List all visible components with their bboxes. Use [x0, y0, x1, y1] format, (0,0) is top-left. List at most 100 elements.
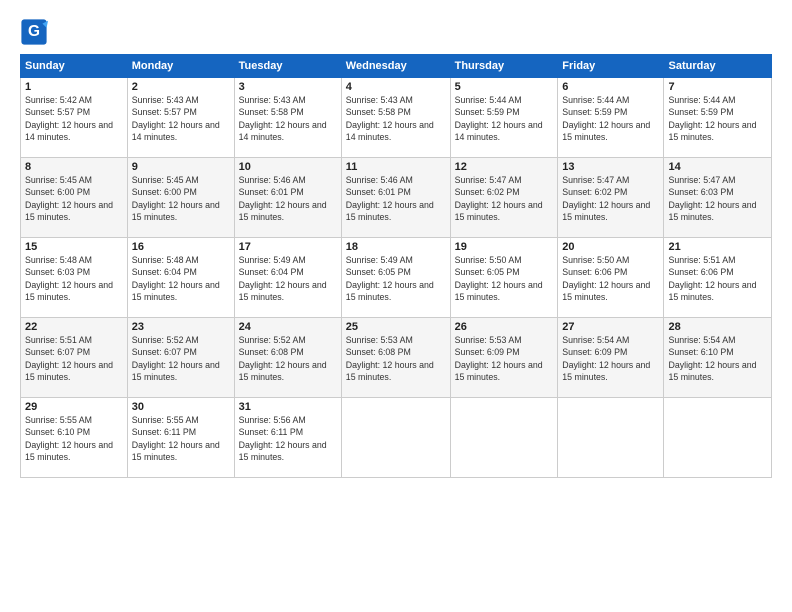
day-number: 29	[25, 401, 123, 413]
day-detail: Sunrise: 5:48 AMSunset: 6:04 PMDaylight:…	[132, 255, 220, 302]
empty-cell	[558, 398, 664, 478]
day-detail: Sunrise: 5:55 AMSunset: 6:11 PMDaylight:…	[132, 415, 220, 462]
calendar-table: SundayMondayTuesdayWednesdayThursdayFrid…	[20, 54, 772, 478]
day-detail: Sunrise: 5:54 AMSunset: 6:09 PMDaylight:…	[562, 335, 650, 382]
page: G SundayMondayTuesdayWednesdayThursdayFr…	[0, 0, 792, 612]
day-number: 26	[455, 321, 554, 333]
day-detail: Sunrise: 5:43 AMSunset: 5:58 PMDaylight:…	[346, 95, 434, 142]
calendar-week-2: 15 Sunrise: 5:48 AMSunset: 6:03 PMDaylig…	[21, 238, 772, 318]
calendar-week-0: 1 Sunrise: 5:42 AMSunset: 5:57 PMDayligh…	[21, 78, 772, 158]
col-header-sunday: Sunday	[21, 55, 128, 78]
day-number: 27	[562, 321, 659, 333]
day-cell-7: 7 Sunrise: 5:44 AMSunset: 5:59 PMDayligh…	[664, 78, 772, 158]
day-number: 15	[25, 241, 123, 253]
col-header-wednesday: Wednesday	[341, 55, 450, 78]
day-number: 14	[668, 161, 767, 173]
day-number: 7	[668, 81, 767, 93]
empty-cell	[450, 398, 558, 478]
day-number: 12	[455, 161, 554, 173]
calendar-header-row: SundayMondayTuesdayWednesdayThursdayFrid…	[21, 55, 772, 78]
day-cell-22: 22 Sunrise: 5:51 AMSunset: 6:07 PMDaylig…	[21, 318, 128, 398]
day-detail: Sunrise: 5:53 AMSunset: 6:09 PMDaylight:…	[455, 335, 543, 382]
day-number: 25	[346, 321, 446, 333]
day-detail: Sunrise: 5:52 AMSunset: 6:07 PMDaylight:…	[132, 335, 220, 382]
day-number: 8	[25, 161, 123, 173]
day-detail: Sunrise: 5:47 AMSunset: 6:03 PMDaylight:…	[668, 175, 756, 222]
day-detail: Sunrise: 5:49 AMSunset: 6:05 PMDaylight:…	[346, 255, 434, 302]
col-header-saturday: Saturday	[664, 55, 772, 78]
day-number: 28	[668, 321, 767, 333]
day-number: 30	[132, 401, 230, 413]
day-cell-23: 23 Sunrise: 5:52 AMSunset: 6:07 PMDaylig…	[127, 318, 234, 398]
empty-cell	[341, 398, 450, 478]
day-cell-15: 15 Sunrise: 5:48 AMSunset: 6:03 PMDaylig…	[21, 238, 128, 318]
day-number: 13	[562, 161, 659, 173]
day-detail: Sunrise: 5:45 AMSunset: 6:00 PMDaylight:…	[25, 175, 113, 222]
day-cell-24: 24 Sunrise: 5:52 AMSunset: 6:08 PMDaylig…	[234, 318, 341, 398]
day-detail: Sunrise: 5:45 AMSunset: 6:00 PMDaylight:…	[132, 175, 220, 222]
day-cell-14: 14 Sunrise: 5:47 AMSunset: 6:03 PMDaylig…	[664, 158, 772, 238]
day-number: 16	[132, 241, 230, 253]
day-detail: Sunrise: 5:54 AMSunset: 6:10 PMDaylight:…	[668, 335, 756, 382]
day-number: 20	[562, 241, 659, 253]
day-detail: Sunrise: 5:42 AMSunset: 5:57 PMDaylight:…	[25, 95, 113, 142]
day-detail: Sunrise: 5:51 AMSunset: 6:07 PMDaylight:…	[25, 335, 113, 382]
day-detail: Sunrise: 5:49 AMSunset: 6:04 PMDaylight:…	[239, 255, 327, 302]
day-detail: Sunrise: 5:52 AMSunset: 6:08 PMDaylight:…	[239, 335, 327, 382]
day-cell-16: 16 Sunrise: 5:48 AMSunset: 6:04 PMDaylig…	[127, 238, 234, 318]
day-detail: Sunrise: 5:48 AMSunset: 6:03 PMDaylight:…	[25, 255, 113, 302]
day-cell-4: 4 Sunrise: 5:43 AMSunset: 5:58 PMDayligh…	[341, 78, 450, 158]
svg-text:G: G	[28, 23, 40, 40]
day-detail: Sunrise: 5:46 AMSunset: 6:01 PMDaylight:…	[346, 175, 434, 222]
day-cell-12: 12 Sunrise: 5:47 AMSunset: 6:02 PMDaylig…	[450, 158, 558, 238]
day-detail: Sunrise: 5:55 AMSunset: 6:10 PMDaylight:…	[25, 415, 113, 462]
day-detail: Sunrise: 5:50 AMSunset: 6:05 PMDaylight:…	[455, 255, 543, 302]
col-header-tuesday: Tuesday	[234, 55, 341, 78]
col-header-thursday: Thursday	[450, 55, 558, 78]
day-cell-17: 17 Sunrise: 5:49 AMSunset: 6:04 PMDaylig…	[234, 238, 341, 318]
day-number: 21	[668, 241, 767, 253]
day-number: 23	[132, 321, 230, 333]
logo-icon: G	[20, 18, 48, 46]
day-cell-27: 27 Sunrise: 5:54 AMSunset: 6:09 PMDaylig…	[558, 318, 664, 398]
day-number: 10	[239, 161, 337, 173]
day-cell-8: 8 Sunrise: 5:45 AMSunset: 6:00 PMDayligh…	[21, 158, 128, 238]
day-cell-11: 11 Sunrise: 5:46 AMSunset: 6:01 PMDaylig…	[341, 158, 450, 238]
day-cell-18: 18 Sunrise: 5:49 AMSunset: 6:05 PMDaylig…	[341, 238, 450, 318]
day-detail: Sunrise: 5:43 AMSunset: 5:58 PMDaylight:…	[239, 95, 327, 142]
day-detail: Sunrise: 5:53 AMSunset: 6:08 PMDaylight:…	[346, 335, 434, 382]
day-detail: Sunrise: 5:44 AMSunset: 5:59 PMDaylight:…	[455, 95, 543, 142]
day-detail: Sunrise: 5:44 AMSunset: 5:59 PMDaylight:…	[668, 95, 756, 142]
day-cell-10: 10 Sunrise: 5:46 AMSunset: 6:01 PMDaylig…	[234, 158, 341, 238]
day-number: 31	[239, 401, 337, 413]
day-number: 1	[25, 81, 123, 93]
day-cell-6: 6 Sunrise: 5:44 AMSunset: 5:59 PMDayligh…	[558, 78, 664, 158]
day-number: 11	[346, 161, 446, 173]
calendar-week-1: 8 Sunrise: 5:45 AMSunset: 6:00 PMDayligh…	[21, 158, 772, 238]
day-number: 9	[132, 161, 230, 173]
day-cell-31: 31 Sunrise: 5:56 AMSunset: 6:11 PMDaylig…	[234, 398, 341, 478]
day-cell-1: 1 Sunrise: 5:42 AMSunset: 5:57 PMDayligh…	[21, 78, 128, 158]
day-cell-28: 28 Sunrise: 5:54 AMSunset: 6:10 PMDaylig…	[664, 318, 772, 398]
day-cell-5: 5 Sunrise: 5:44 AMSunset: 5:59 PMDayligh…	[450, 78, 558, 158]
calendar-week-3: 22 Sunrise: 5:51 AMSunset: 6:07 PMDaylig…	[21, 318, 772, 398]
day-number: 3	[239, 81, 337, 93]
col-header-friday: Friday	[558, 55, 664, 78]
day-cell-30: 30 Sunrise: 5:55 AMSunset: 6:11 PMDaylig…	[127, 398, 234, 478]
day-cell-25: 25 Sunrise: 5:53 AMSunset: 6:08 PMDaylig…	[341, 318, 450, 398]
day-detail: Sunrise: 5:47 AMSunset: 6:02 PMDaylight:…	[455, 175, 543, 222]
day-number: 22	[25, 321, 123, 333]
day-cell-29: 29 Sunrise: 5:55 AMSunset: 6:10 PMDaylig…	[21, 398, 128, 478]
day-detail: Sunrise: 5:43 AMSunset: 5:57 PMDaylight:…	[132, 95, 220, 142]
calendar-week-4: 29 Sunrise: 5:55 AMSunset: 6:10 PMDaylig…	[21, 398, 772, 478]
day-cell-9: 9 Sunrise: 5:45 AMSunset: 6:00 PMDayligh…	[127, 158, 234, 238]
day-detail: Sunrise: 5:50 AMSunset: 6:06 PMDaylight:…	[562, 255, 650, 302]
day-cell-3: 3 Sunrise: 5:43 AMSunset: 5:58 PMDayligh…	[234, 78, 341, 158]
day-detail: Sunrise: 5:46 AMSunset: 6:01 PMDaylight:…	[239, 175, 327, 222]
day-cell-20: 20 Sunrise: 5:50 AMSunset: 6:06 PMDaylig…	[558, 238, 664, 318]
day-number: 5	[455, 81, 554, 93]
day-number: 2	[132, 81, 230, 93]
day-number: 18	[346, 241, 446, 253]
day-number: 4	[346, 81, 446, 93]
day-number: 6	[562, 81, 659, 93]
